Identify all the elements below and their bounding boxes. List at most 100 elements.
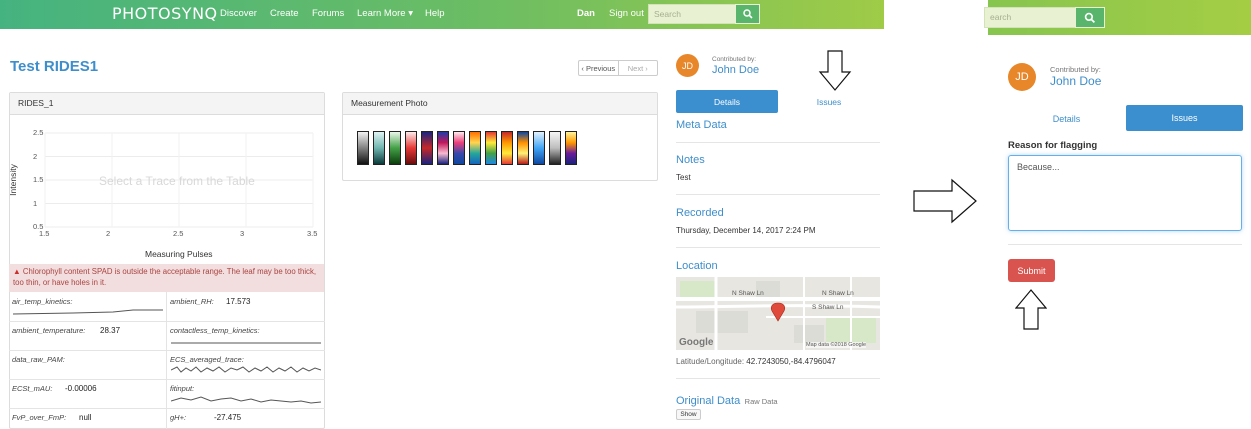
top-navbar: PHOTOSYNQ Discover Create Forums Learn M…: [0, 0, 884, 29]
contributor-avatar[interactable]: JD: [676, 54, 699, 77]
warning-icon: ▲: [13, 267, 21, 276]
photo-panel-heading: Measurement Photo: [343, 93, 657, 115]
divider: [1008, 244, 1242, 245]
photo-swatch: [469, 131, 481, 165]
down-arrow-annotation: [818, 50, 852, 91]
x-tick-label: 2.5: [173, 229, 184, 238]
grid-divider: [9, 321, 325, 322]
grid-divider: [9, 350, 325, 351]
tab-details[interactable]: Details: [676, 90, 778, 113]
flag-panel-navbar: earch: [984, 0, 1251, 35]
x-tick-label: 3: [240, 229, 245, 238]
param-key: ambient_temperature:: [12, 326, 86, 335]
param-key: data_raw_PAM:: [12, 355, 65, 364]
photo-swatch: [421, 131, 433, 165]
original-data-heading: Original Data: [676, 395, 741, 407]
map-road-label: N Shaw Ln: [822, 290, 854, 297]
location-map[interactable]: N Shaw Ln N Shaw Ln S Shaw Ln Google Map…: [676, 277, 880, 350]
previous-button[interactable]: ‹ Previous: [579, 61, 619, 75]
reason-textarea[interactable]: Because...: [1008, 155, 1242, 231]
photo-swatch: [485, 131, 497, 165]
param-value: 17.573: [226, 297, 251, 306]
nav-forums[interactable]: Forums: [312, 8, 344, 19]
notes-text: Test: [676, 173, 691, 182]
next-button[interactable]: Next ›: [619, 61, 658, 75]
flag-contributed-by-label: Contributed by:: [1050, 65, 1101, 74]
chart-watermark: Select a Trace from the Table: [99, 174, 255, 188]
photo-swatch: [405, 131, 417, 165]
nav-sign-out[interactable]: Sign out: [609, 8, 644, 19]
flag-contributor-name[interactable]: John Doe: [1050, 74, 1101, 88]
latlng-label: Latitude/Longitude:: [676, 357, 745, 366]
tab-issues[interactable]: Issues: [780, 90, 878, 113]
spad-warning-alert: ▲ Chlorophyll content SPAD is outside th…: [9, 264, 324, 292]
divider: [676, 378, 880, 379]
sparkline-contactless-temp[interactable]: [171, 337, 321, 347]
divider: [676, 142, 880, 143]
photo-swatch: [453, 131, 465, 165]
search-icon: [1084, 12, 1096, 23]
photo-swatch: [549, 131, 561, 165]
chart-svg: [44, 132, 314, 228]
param-value: null: [79, 413, 92, 422]
divider: [676, 247, 880, 248]
x-tick-label: 3.5: [307, 229, 318, 238]
param-key: gH+:: [170, 413, 187, 422]
y-tick-label: 2: [33, 151, 38, 161]
param-key: FvP_over_FmP:: [12, 413, 67, 422]
grid-divider: [9, 379, 325, 380]
contributed-by-label: Contributed by:: [712, 56, 757, 63]
parameter-grid: air_temp_kinetics: ambient_RH: 17.573 am…: [9, 292, 325, 429]
photo-swatch: [357, 131, 369, 165]
sparkline-air-temp[interactable]: [13, 305, 163, 317]
sparkline-fitinput[interactable]: [171, 393, 321, 405]
latlng-row: Latitude/Longitude: 42.7243050,-84.47960…: [676, 357, 836, 366]
nav-help[interactable]: Help: [425, 8, 445, 19]
right-arrow-annotation: [913, 178, 977, 224]
photo-swatch: [517, 131, 529, 165]
trace-chart: Select a Trace from the Table Intensity …: [8, 115, 325, 263]
grid-divider: [9, 408, 325, 409]
x-axis-label: Measuring Pulses: [145, 249, 213, 259]
raw-data-label: Raw Data: [744, 397, 778, 406]
param-value: 28.37: [100, 326, 121, 335]
photo-swatch: [373, 131, 385, 165]
photo-swatch: [437, 131, 449, 165]
x-tick-label: 1.5: [39, 229, 50, 238]
reason-for-flagging-label: Reason for flagging: [1008, 140, 1098, 151]
photo-swatch: [389, 131, 401, 165]
photo-swatch: [565, 131, 577, 165]
param-key: ECSt_mAU:: [12, 384, 53, 393]
nav-create[interactable]: Create: [270, 8, 299, 19]
map-road-label: N Shaw Ln: [732, 290, 764, 297]
flag-search-button[interactable]: [1075, 7, 1105, 28]
nav-discover[interactable]: Discover: [220, 8, 257, 19]
nav-user[interactable]: Dan: [577, 8, 595, 19]
search-button[interactable]: [735, 4, 760, 24]
contributor-name[interactable]: John Doe: [712, 64, 759, 76]
flag-search-input[interactable]: earch: [984, 7, 1076, 28]
location-heading: Location: [676, 260, 718, 272]
param-key: ambient_RH:: [170, 297, 214, 306]
original-data-heading-row: Original Data Raw Data: [676, 391, 778, 409]
divider: [676, 194, 880, 195]
flag-tab-issues[interactable]: Issues: [1126, 105, 1243, 131]
page-title: Test RIDES1: [10, 58, 99, 75]
meta-data-heading[interactable]: Meta Data: [676, 119, 727, 131]
alert-text: Chlorophyll content SPAD is outside the …: [13, 267, 317, 287]
photo-swatch: [533, 131, 545, 165]
nav-learn-more[interactable]: Learn More ▾: [357, 8, 413, 19]
photosynq-logo[interactable]: PHOTOSYNQ: [112, 4, 218, 23]
y-tick-label: 1.5: [33, 175, 44, 184]
param-value: -27.475: [214, 413, 242, 422]
flag-contributor-avatar[interactable]: JD: [1008, 63, 1036, 91]
sparkline-ecs-trace[interactable]: [171, 364, 321, 376]
submit-button[interactable]: Submit: [1008, 259, 1055, 282]
photo-swatch: [501, 131, 513, 165]
show-raw-data-button[interactable]: Show: [676, 409, 701, 420]
pager: ‹ Previous Next ›: [578, 60, 658, 76]
search-input[interactable]: Search: [648, 4, 736, 24]
notes-heading: Notes: [676, 154, 705, 166]
screenshot-composite: PHOTOSYNQ Discover Create Forums Learn M…: [0, 0, 1251, 429]
flag-tab-details[interactable]: Details: [1008, 106, 1125, 131]
